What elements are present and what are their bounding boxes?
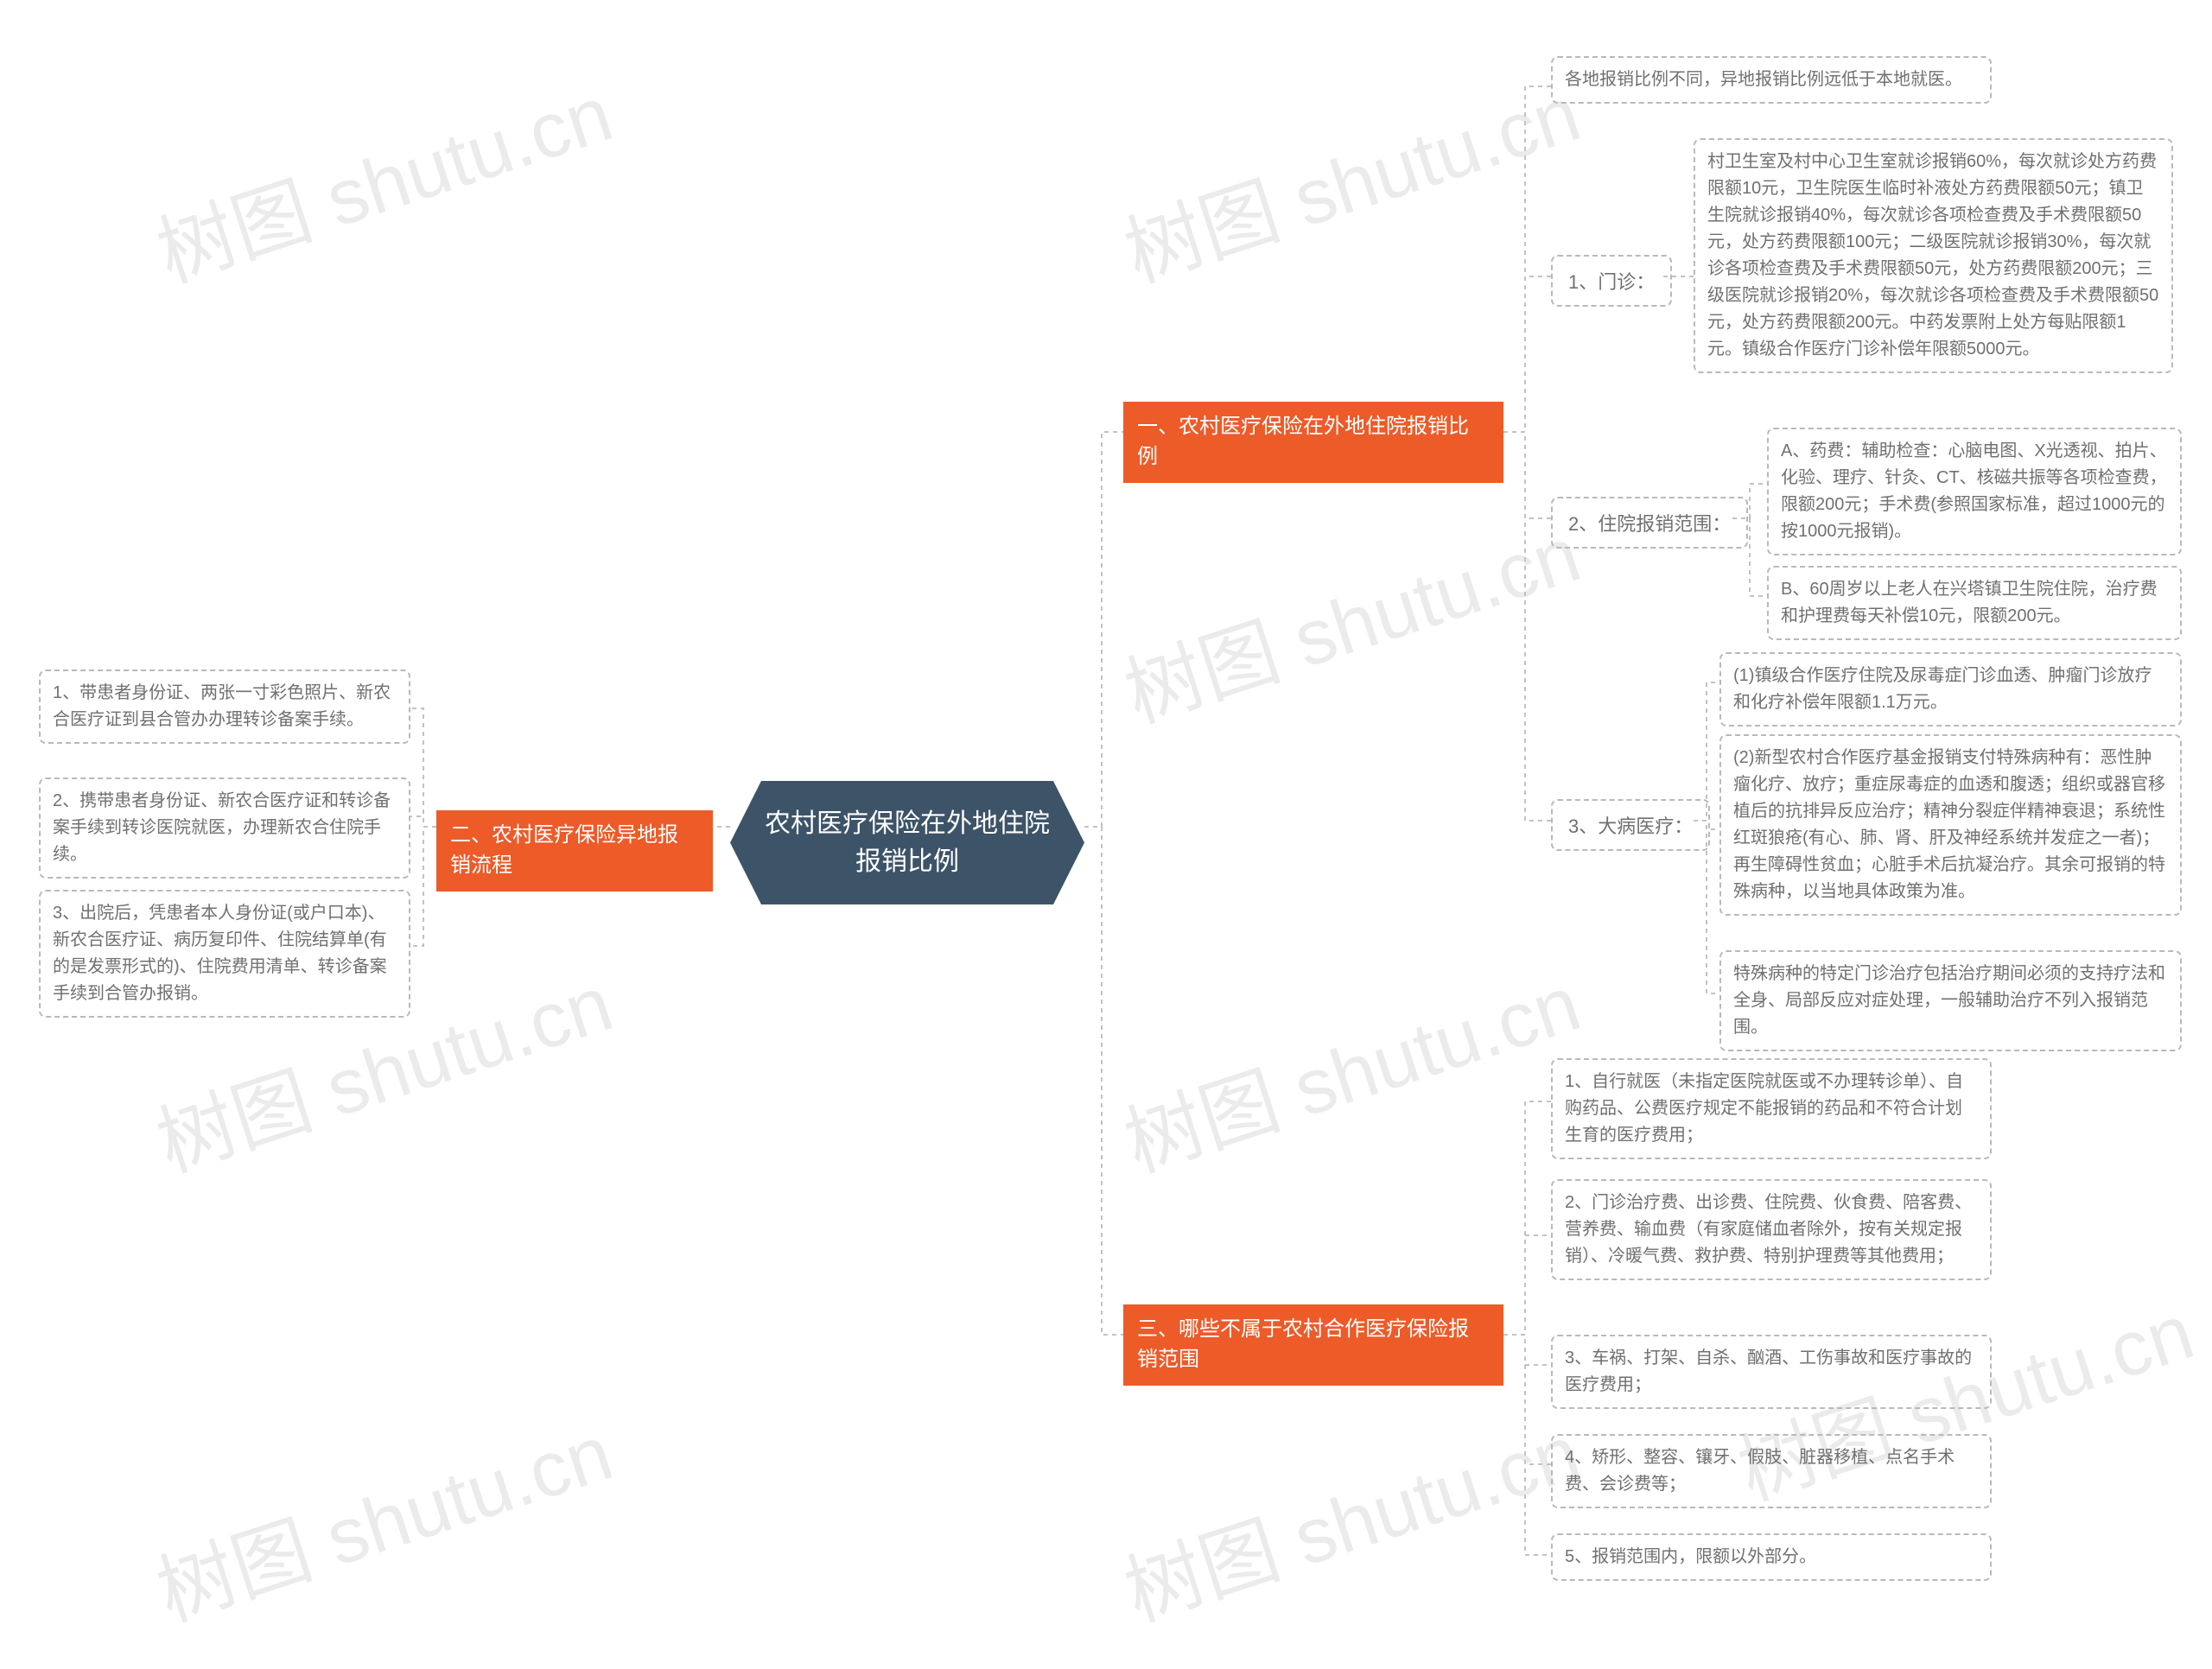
section-node-3: 三、哪些不属于农村合作医疗保险报销范围: [1123, 1304, 1503, 1386]
sub-label-zhuyuan: 2、住院报销范围：: [1551, 497, 1748, 549]
sub-label-dabing: 3、大病医疗：: [1551, 799, 1710, 851]
leaf-s1-sub1: 村卫生室及村中心卫生室就诊报销60%，每次就诊处方药费限额10元，卫生院医生临时…: [1694, 138, 2173, 373]
leaf-s3-1: 1、自行就医（未指定医院就医或不办理转诊单）、自购药品、公费医疗规定不能报销的药…: [1551, 1058, 1992, 1159]
leaf-s2-3: 3、出院后，凭患者本人身份证(或户口本)、新农合医疗证、病历复印件、住院结算单(…: [39, 890, 410, 1018]
leaf-s2-1: 1、带患者身份证、两张一寸彩色照片、新农合医疗证到县合管办办理转诊备案手续。: [39, 670, 410, 744]
sub-label-menzhen: 1、门诊：: [1551, 255, 1672, 307]
leaf-s1-intro: 各地报销比例不同，异地报销比例远低于本地就医。: [1551, 56, 1992, 104]
watermark: 树图 shutu.cn: [1109, 1390, 1592, 1642]
root-node: 农村医疗保险在外地住院报销比例: [730, 781, 1084, 904]
leaf-s1-sub2b: B、60周岁以上老人在兴塔镇卫生院住院，治疗费和护理费每天补偿10元，限额200…: [1767, 566, 2182, 640]
leaf-s3-4: 4、矫形、整容、镶牙、假肢、脏器移植、点名手术费、会诊费等；: [1551, 1434, 1992, 1508]
section-node-2: 二、农村医疗保险异地报销流程: [436, 810, 713, 892]
section-node-1: 一、农村医疗保险在外地住院报销比例: [1123, 402, 1503, 483]
leaf-s1-sub3a: (1)镇级合作医疗住院及尿毒症门诊血透、肿瘤门诊放疗和化疗补偿年限额1.1万元。: [1719, 652, 2182, 727]
leaf-s1-sub2a: A、药费：辅助检查：心脑电图、X光透视、拍片、化验、理疗、针灸、CT、核磁共振等…: [1767, 428, 2182, 555]
watermark: 树图 shutu.cn: [1109, 492, 1592, 744]
leaf-s3-2: 2、门诊治疗费、出诊费、住院费、伙食费、陪客费、营养费、输血费（有家庭储血者除外…: [1551, 1179, 1992, 1280]
leaf-s1-sub3c: 特殊病种的特定门诊治疗包括治疗期间必须的支持疗法和全身、局部反应对症处理，一般辅…: [1719, 950, 2182, 1051]
watermark: 树图 shutu.cn: [141, 51, 624, 303]
watermark: 树图 shutu.cn: [1109, 51, 1592, 303]
leaf-s2-2: 2、携带患者身份证、新农合医疗证和转诊备案手续到转诊医院就医，办理新农合住院手续…: [39, 777, 410, 879]
leaf-s1-sub3b: (2)新型农村合作医疗基金报销支付特殊病种有：恶性肿瘤化疗、放疗；重症尿毒症的血…: [1719, 734, 2182, 916]
watermark: 树图 shutu.cn: [1109, 941, 1592, 1193]
leaf-s3-3: 3、车祸、打架、自杀、酗酒、工伤事故和医疗事故的医疗费用；: [1551, 1335, 1992, 1409]
watermark: 树图 shutu.cn: [141, 1390, 624, 1642]
leaf-s3-5: 5、报销范围内，限额以外部分。: [1551, 1533, 1992, 1581]
